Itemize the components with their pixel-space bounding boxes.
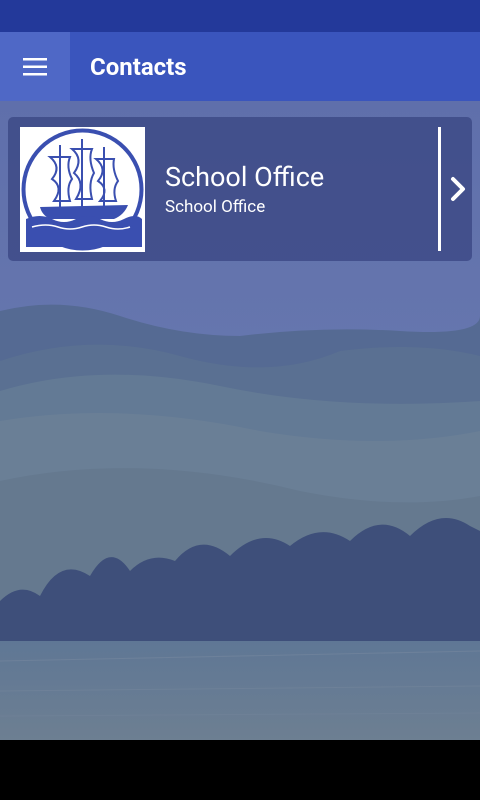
card-divider — [438, 127, 441, 251]
sailing-ship-logo — [21, 128, 144, 251]
menu-button[interactable] — [0, 32, 70, 101]
content-area: School Office School Office — [0, 101, 480, 740]
hamburger-menu-icon — [23, 57, 47, 75]
page-title: Contacts — [90, 52, 187, 81]
contact-card[interactable]: School Office School Office — [8, 117, 472, 261]
system-navigation-area — [0, 740, 480, 800]
contact-subtitle: School Office — [165, 197, 266, 217]
status-bar — [0, 0, 480, 32]
contact-name: School Office — [165, 161, 325, 193]
app-bar: Contacts — [0, 32, 480, 101]
chevron-right-icon[interactable] — [448, 175, 468, 203]
school-logo — [20, 127, 145, 252]
